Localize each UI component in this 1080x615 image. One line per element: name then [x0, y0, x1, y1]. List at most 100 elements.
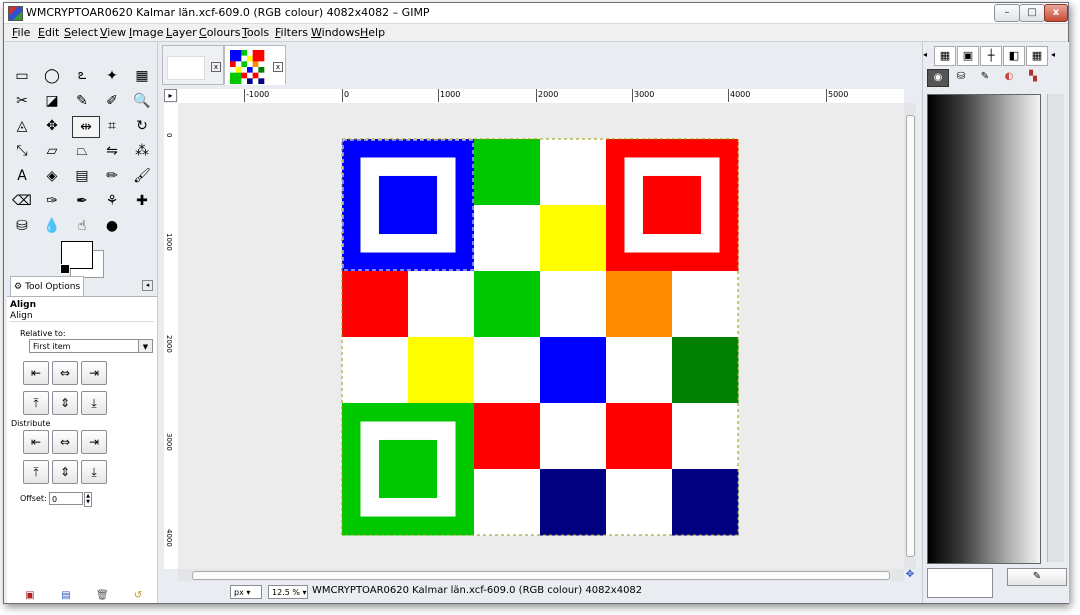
close-tab-icon[interactable]: x: [211, 62, 221, 72]
eraser-tool-icon[interactable]: ⌫: [12, 191, 32, 211]
device-status-icon[interactable]: ⛁: [951, 69, 971, 85]
align-center-horizontal-button[interactable]: ⇔: [52, 361, 78, 385]
align-tool-icon[interactable]: ⇹: [72, 116, 100, 138]
menu-image[interactable]: Image: [129, 26, 163, 39]
offset-input[interactable]: 0: [49, 492, 83, 505]
navigate-icon[interactable]: ✥: [904, 569, 916, 581]
image-tab-blank[interactable]: x: [162, 45, 224, 85]
image-content[interactable]: [178, 103, 904, 569]
scissors-select-tool-icon[interactable]: ✂: [12, 91, 32, 111]
save-options-icon[interactable]: ▣: [24, 590, 36, 602]
tool-options-dock-icon[interactable]: ◉: [927, 69, 949, 87]
dock-menu-icon[interactable]: ◂: [1051, 50, 1055, 59]
gradients-tab-icon[interactable]: ◧: [1003, 46, 1025, 66]
align-right-edge-button[interactable]: ⇥: [81, 361, 107, 385]
foreground-select-tool-icon[interactable]: ◪: [42, 91, 62, 111]
edit-gradient-button[interactable]: ✎: [1007, 568, 1067, 586]
dodge-burn-tool-icon[interactable]: ●: [102, 216, 122, 236]
close-tab-icon[interactable]: x: [273, 62, 283, 72]
paths-tool-icon[interactable]: ✎: [72, 91, 92, 111]
crop-tool-icon[interactable]: ⌗: [102, 116, 122, 136]
blur-tool-icon[interactable]: 💧: [42, 216, 62, 236]
horizontal-scrollbar[interactable]: [178, 569, 904, 581]
menu-help[interactable]: Help: [360, 26, 385, 39]
rect-select-tool-icon[interactable]: ▭: [12, 66, 32, 86]
ink-tool-icon[interactable]: ✒: [72, 191, 92, 211]
bucket-fill-tool-icon[interactable]: ◈: [42, 166, 62, 186]
dock-scroll-left-icon[interactable]: ◂: [923, 50, 927, 59]
pencil-tool-icon[interactable]: ✏: [102, 166, 122, 186]
dock-preview-field[interactable]: [927, 568, 993, 598]
rotate-tool-icon[interactable]: ↻: [132, 116, 152, 136]
dock-scrollbar[interactable]: [1047, 94, 1064, 562]
menu-select[interactable]: Select: [64, 26, 98, 39]
clone-tool-icon[interactable]: ⚘: [102, 191, 122, 211]
blend-tool-icon[interactable]: ▤: [72, 166, 92, 186]
delete-options-icon[interactable]: 🗑: [96, 590, 109, 602]
image-tab-kalmar[interactable]: x: [224, 45, 286, 85]
menu-view[interactable]: View: [100, 26, 126, 39]
vertical-scrollbar[interactable]: [904, 103, 916, 569]
zoom-select[interactable]: 12.5 % ▾: [268, 585, 308, 599]
ellipse-select-tool-icon[interactable]: ◯: [42, 66, 62, 86]
by-colour-select-tool-icon[interactable]: ▦: [132, 66, 152, 86]
horizontal-ruler[interactable]: -1000 0 1000 2000 3000 4000 5000: [178, 89, 904, 104]
paintbrush-tool-icon[interactable]: 🖌: [132, 166, 152, 186]
image-canvas[interactable]: [178, 103, 904, 569]
magnify-tool-icon[interactable]: 🔍: [132, 91, 152, 111]
distribute-top-button[interactable]: ⤒: [23, 460, 49, 484]
shear-tool-icon[interactable]: ▱: [42, 141, 62, 161]
move-tool-icon[interactable]: ✥: [42, 116, 62, 136]
distribute-center-horizontal-button[interactable]: ⇔: [52, 430, 78, 454]
undo-history-icon[interactable]: ✎: [975, 69, 995, 85]
ruler-corner-icon[interactable]: ▸: [164, 89, 177, 102]
colour-picker-tool-icon[interactable]: ✐: [102, 91, 122, 111]
distribute-center-vertical-button[interactable]: ⇕: [52, 460, 78, 484]
heal-tool-icon[interactable]: ✚: [132, 191, 152, 211]
tab-tool-options[interactable]: ⚙ Tool Options: [10, 276, 84, 296]
smudge-tool-icon[interactable]: ☝: [72, 216, 92, 236]
perspective-tool-icon[interactable]: ⏢: [72, 141, 92, 161]
menu-filters[interactable]: Filters: [275, 26, 308, 39]
vertical-scroll-thumb[interactable]: [906, 115, 915, 557]
menu-file[interactable]: File: [12, 26, 30, 39]
airbrush-tool-icon[interactable]: ✑: [42, 191, 62, 211]
minimize-button[interactable]: –: [994, 4, 1020, 22]
close-button[interactable]: x: [1044, 4, 1068, 22]
menu-edit[interactable]: Edit: [38, 26, 59, 39]
colours-dock-icon[interactable]: ◐: [999, 69, 1019, 85]
palettes-tab-icon[interactable]: ▦: [1026, 46, 1048, 66]
distribute-right-button[interactable]: ⇥: [81, 430, 107, 454]
measure-tool-icon[interactable]: ◬: [12, 116, 32, 136]
fuzzy-select-tool-icon[interactable]: ✦: [102, 66, 122, 86]
free-select-tool-icon[interactable]: ఽ: [72, 66, 92, 86]
maximize-button[interactable]: □: [1019, 4, 1045, 22]
restore-options-icon[interactable]: ▤: [60, 590, 72, 602]
distribute-left-button[interactable]: ⇤: [23, 430, 49, 454]
offset-spin-icon[interactable]: ▲ ▼: [84, 492, 92, 507]
menu-colours[interactable]: Colours: [199, 26, 240, 39]
cage-tool-icon[interactable]: ⁂: [132, 141, 152, 161]
relative-to-select[interactable]: First item ▼: [29, 339, 153, 353]
align-center-vertical-button[interactable]: ⇕: [52, 391, 78, 415]
tab-menu-arrow-icon[interactable]: ◂: [142, 280, 153, 291]
text-tool-icon[interactable]: A: [12, 166, 32, 186]
vertical-ruler[interactable]: 0 1000 2000 3000 4000: [164, 103, 179, 569]
images-dock-icon[interactable]: ▚: [1023, 69, 1043, 85]
unit-select[interactable]: px ▾: [230, 585, 262, 599]
align-left-edge-button[interactable]: ⇤: [23, 361, 49, 385]
align-top-edge-button[interactable]: ⤒: [23, 391, 49, 415]
pointer-tab-icon[interactable]: ┼: [980, 46, 1002, 66]
reset-options-icon[interactable]: ↺: [132, 590, 144, 602]
menu-windows[interactable]: Windows: [311, 26, 360, 39]
scale-tool-icon[interactable]: ⤡: [12, 141, 32, 161]
perspective-clone-tool-icon[interactable]: ⛁: [12, 216, 32, 236]
default-colours-icon[interactable]: [60, 264, 70, 274]
brushes-tab-icon[interactable]: ▣: [957, 46, 979, 66]
patterns-tab-icon[interactable]: ▦: [934, 46, 956, 66]
gradient-preview[interactable]: [927, 94, 1041, 564]
flip-tool-icon[interactable]: ⇋: [102, 141, 122, 161]
menu-tools[interactable]: Tools: [242, 26, 269, 39]
distribute-bottom-button[interactable]: ⤓: [81, 460, 107, 484]
horizontal-scroll-thumb[interactable]: [192, 571, 890, 580]
